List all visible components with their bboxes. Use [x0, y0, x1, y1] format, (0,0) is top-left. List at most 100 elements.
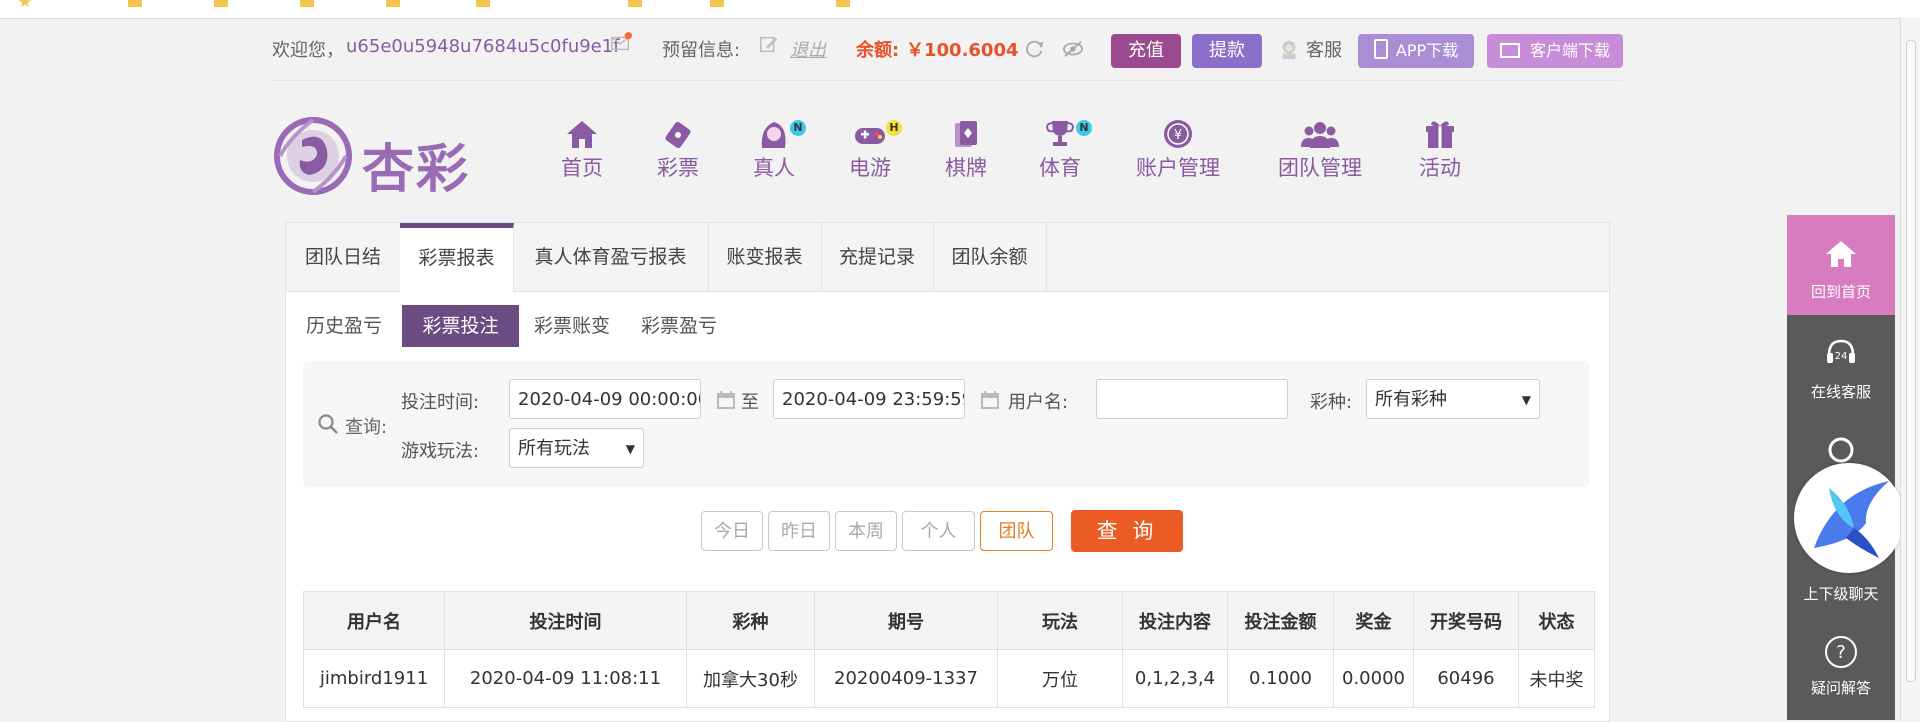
reserved-info-label: 预留信息:: [662, 40, 741, 61]
phone-icon: [1373, 39, 1388, 59]
faq-button[interactable]: ? 疑问解答: [1787, 635, 1895, 698]
cell-bet-time: 2020-04-09 11:08:11: [444, 649, 687, 708]
team-icon: [1301, 122, 1339, 148]
bookmark-folder-icon[interactable]: [128, 0, 146, 8]
chat-bird-icon[interactable]: [1794, 463, 1904, 573]
this-week-button[interactable]: 本周: [835, 511, 897, 551]
bookmark-folder-icon[interactable]: [214, 0, 232, 8]
calendar-icon[interactable]: [715, 389, 737, 411]
cell-username: jimbird1911: [303, 649, 445, 708]
nav-sports[interactable]: N 体育: [1034, 118, 1092, 182]
yesterday-button[interactable]: 昨日: [768, 511, 830, 551]
edit-icon[interactable]: [758, 34, 780, 61]
subtab-lottery-profit[interactable]: 彩票盈亏: [629, 305, 729, 347]
cell-lottery: 加拿大30秒: [686, 649, 815, 708]
nav-egames[interactable]: H 电游: [844, 118, 902, 182]
play-type-select[interactable]: 所有玩法 ▼: [509, 428, 644, 468]
qq-icon[interactable]: [1787, 435, 1895, 465]
subtab-lottery-bets[interactable]: 彩票投注: [402, 305, 519, 347]
cell-prize: 0.0000: [1333, 649, 1414, 708]
nav-account[interactable]: ¥ 账户管理: [1130, 118, 1226, 182]
service-link[interactable]: 客服: [1306, 36, 1342, 62]
column-header: 状态: [1518, 591, 1595, 650]
calendar-icon[interactable]: [979, 389, 1001, 411]
client-download-button[interactable]: 客户端下载: [1487, 34, 1623, 68]
nav-home[interactable]: 首页: [556, 118, 608, 182]
cell-bet-content: 0,1,2,3,4: [1122, 649, 1228, 708]
cell-draw-number: 60496: [1413, 649, 1519, 708]
start-time-input[interactable]: 2020-04-09 00:00:00: [509, 379, 701, 419]
team-button[interactable]: 团队: [980, 511, 1053, 551]
column-header: 玩法: [997, 591, 1123, 650]
subtab-lottery-account-change[interactable]: 彩票账变: [522, 305, 622, 347]
cell-play: 万位: [997, 649, 1123, 708]
home-icon: [567, 121, 597, 148]
column-header: 奖金: [1333, 591, 1414, 650]
lottery-type-select[interactable]: 所有彩种 ▼: [1366, 379, 1540, 419]
query-form: 查询: 投注时间: 2020-04-09 00:00:00 至 2020-04-…: [303, 361, 1590, 487]
gamepad-icon: [855, 128, 885, 144]
personal-button[interactable]: 个人: [902, 511, 975, 551]
bookmark-folder-icon[interactable]: [710, 0, 728, 8]
bookmark-folder-icon[interactable]: [386, 0, 404, 8]
refresh-icon[interactable]: [1024, 38, 1046, 65]
service-avatar-icon[interactable]: [1278, 38, 1300, 65]
nav-cards[interactable]: 棋牌: [940, 118, 992, 182]
welcome-text: 欢迎您，: [272, 40, 344, 61]
scrollbar-thumb[interactable]: [1906, 40, 1916, 682]
username-label: 用户名:: [1008, 392, 1069, 413]
bookmark-folder-icon[interactable]: [300, 0, 318, 8]
end-time-input[interactable]: 2020-04-09 23:59:59: [773, 379, 965, 419]
cards-icon: [955, 121, 977, 147]
chat-label: 上下级聊天: [1803, 585, 1879, 603]
table-row[interactable]: jimbird1911 2020-04-09 11:08:11 加拿大30秒 2…: [303, 649, 1595, 708]
site-logo[interactable]: 杏彩: [272, 115, 482, 200]
bets-table: 用户名 投注时间 彩种 期号 玩法 投注内容 投注金额 奖金 开奖号码 状态 j…: [303, 591, 1595, 708]
tab-team-daily[interactable]: 团队日结: [286, 223, 401, 291]
back-home-button[interactable]: 回到首页: [1787, 215, 1895, 315]
tab-team-balance[interactable]: 团队余额: [933, 223, 1047, 291]
tab-live-sports-report[interactable]: 真人体育盈亏报表: [513, 223, 709, 291]
column-header: 期号: [814, 591, 998, 650]
question-icon: ?: [1825, 636, 1857, 668]
account-coin-icon: ¥: [1164, 120, 1192, 148]
online-service-button[interactable]: 24 在线客服: [1787, 335, 1895, 402]
hide-balance-icon[interactable]: [1062, 38, 1084, 65]
nav-label: 彩票: [657, 156, 699, 180]
logout-link[interactable]: 退出: [790, 36, 826, 62]
app-download-button[interactable]: APP下载: [1358, 34, 1474, 68]
tab-deposit-withdraw-records[interactable]: 充提记录: [821, 223, 934, 291]
chat-button[interactable]: 上下级聊天: [1787, 583, 1895, 604]
column-header: 投注时间: [444, 591, 687, 650]
recharge-button[interactable]: 充值: [1111, 34, 1181, 68]
trophy-icon: [1046, 121, 1074, 146]
faq-label: 疑问解答: [1810, 679, 1871, 697]
subtab-history-profit[interactable]: 历史盈亏: [294, 305, 394, 347]
column-header: 彩种: [686, 591, 815, 650]
live-dealer-icon: [761, 122, 786, 148]
bookmark-folder-icon[interactable]: [476, 0, 494, 8]
search-button[interactable]: 查 询: [1071, 510, 1183, 552]
header-divider: [272, 80, 1622, 81]
mail-icon[interactable]: [610, 32, 632, 59]
nav-lottery[interactable]: 彩票: [652, 118, 704, 182]
nav-events[interactable]: 活动: [1414, 118, 1466, 182]
logo-emblem-icon: [274, 117, 352, 195]
nav-live[interactable]: N 真人: [748, 118, 806, 182]
chevron-down-icon: ▼: [1521, 393, 1531, 407]
nav-team[interactable]: 团队管理: [1272, 118, 1368, 182]
query-label: 查询:: [345, 417, 388, 438]
svg-text:24: 24: [1835, 351, 1848, 362]
bookmark-folder-icon[interactable]: [836, 0, 854, 8]
withdraw-button[interactable]: 提款: [1192, 34, 1262, 68]
nav-label: 团队管理: [1278, 156, 1362, 180]
today-button[interactable]: 今日: [701, 511, 763, 551]
star-icon[interactable]: [18, 0, 32, 7]
client-download-label: 客户端下载: [1529, 41, 1610, 60]
bookmark-folder-icon[interactable]: [628, 0, 646, 8]
svg-text:?: ?: [1836, 642, 1846, 663]
tab-account-change-report[interactable]: 账变报表: [708, 223, 822, 291]
tab-lottery-report[interactable]: 彩票报表: [400, 223, 514, 292]
nav-label: 体育: [1039, 156, 1081, 180]
username-input[interactable]: [1096, 379, 1288, 419]
